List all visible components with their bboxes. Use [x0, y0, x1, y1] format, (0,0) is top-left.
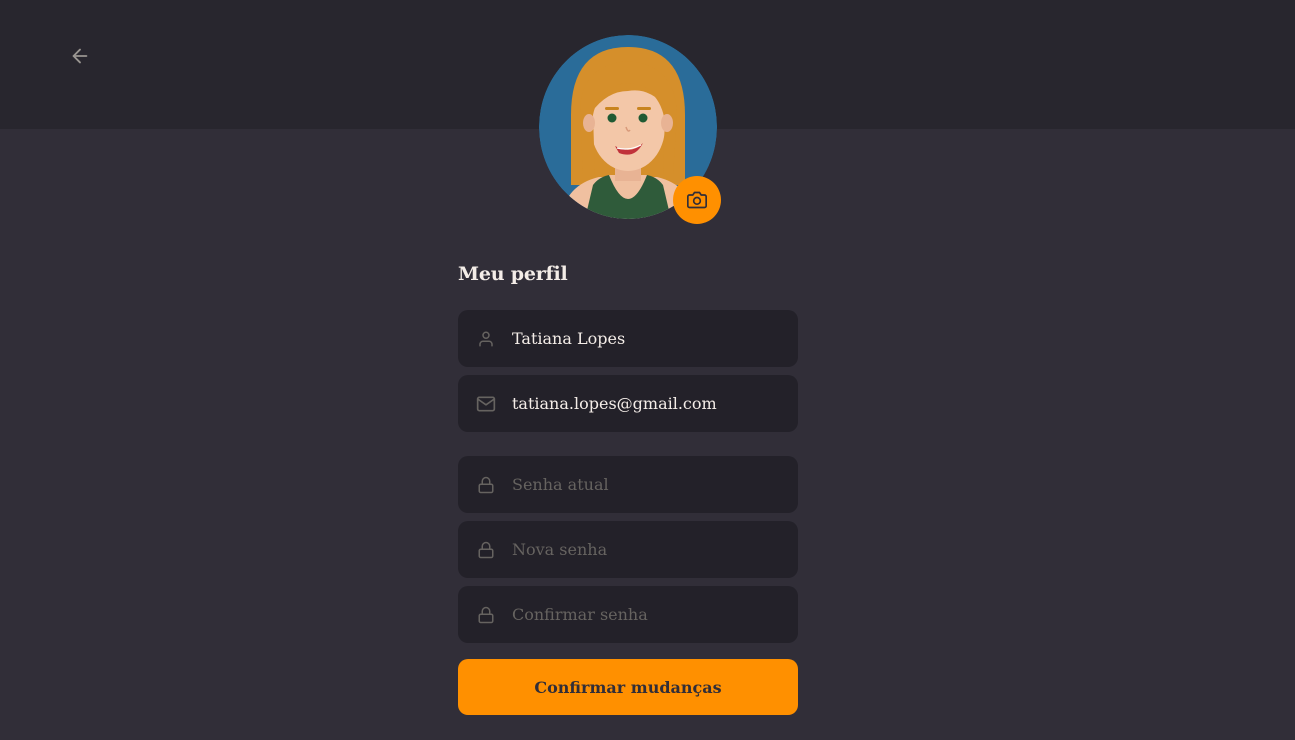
current-password-placeholder: Senha atual — [512, 475, 609, 494]
current-password-field[interactable]: Senha atual — [458, 456, 798, 513]
change-avatar-button[interactable] — [673, 176, 721, 224]
lock-icon — [476, 605, 496, 625]
new-password-field[interactable]: Nova senha — [458, 521, 798, 578]
name-value: Tatiana Lopes — [512, 329, 626, 348]
page-title: Meu perfil — [458, 263, 568, 285]
profile-form: Meu perfil Tatiana Lopes tatiana.lopes@g… — [458, 258, 798, 715]
avatar-container — [539, 35, 721, 224]
lock-icon — [476, 475, 496, 495]
user-icon — [476, 329, 496, 349]
confirm-password-field[interactable]: Confirmar senha — [458, 586, 798, 643]
arrow-left-icon — [72, 48, 88, 64]
email-field[interactable]: tatiana.lopes@gmail.com — [458, 375, 798, 432]
lock-icon — [476, 540, 496, 560]
confirm-changes-button[interactable]: Confirmar mudanças — [458, 659, 798, 715]
back-button[interactable] — [66, 42, 94, 70]
new-password-placeholder: Nova senha — [512, 540, 608, 559]
name-field[interactable]: Tatiana Lopes — [458, 310, 798, 367]
email-value: tatiana.lopes@gmail.com — [512, 394, 717, 413]
mail-icon — [476, 394, 496, 414]
confirm-password-placeholder: Confirmar senha — [512, 605, 648, 624]
camera-icon — [687, 191, 707, 209]
